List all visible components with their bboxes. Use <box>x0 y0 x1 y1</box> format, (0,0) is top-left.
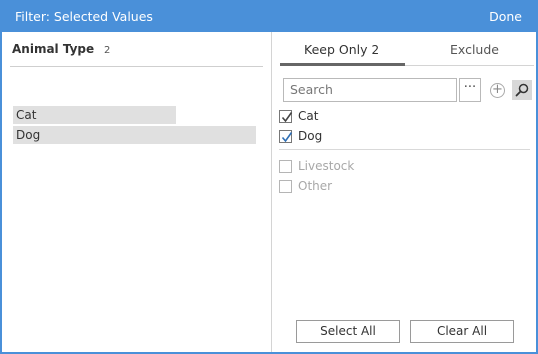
more-options-button[interactable]: ··· <box>459 78 481 102</box>
checkbox-unchecked[interactable] <box>279 159 292 173</box>
check-icon <box>281 131 293 142</box>
value-row-livestock[interactable]: Livestock <box>279 158 354 174</box>
field-header: Animal Type 2 <box>12 42 110 56</box>
field-name: Animal Type <box>12 42 95 56</box>
ellipsis-icon: ··· <box>463 80 477 95</box>
search-input[interactable]: Search <box>283 78 457 102</box>
checkbox-checked[interactable] <box>279 109 293 123</box>
dialog-title: Filter: Selected Values <box>15 9 153 24</box>
tab-keep-only-count: 2 <box>371 43 380 57</box>
clear-all-button[interactable]: Clear All <box>410 320 514 343</box>
search-button[interactable] <box>512 80 532 100</box>
filter-dialog: Filter: Selected Values Done Animal Type… <box>0 0 538 354</box>
value-label: Cat <box>298 109 319 123</box>
value-label: Livestock <box>298 159 355 173</box>
title-bar: Filter: Selected Values Done <box>2 2 536 32</box>
selected-value-item[interactable]: Dog <box>13 126 256 144</box>
value-row-cat[interactable]: Cat <box>279 108 318 124</box>
value-row-dog[interactable]: Dog <box>279 128 322 144</box>
done-button[interactable]: Done <box>489 9 522 24</box>
field-count: 2 <box>103 45 111 56</box>
list-separator <box>279 149 530 150</box>
selected-values-list: Cat Dog <box>13 106 257 146</box>
magnifier-icon <box>515 83 529 97</box>
plus-circle-icon: + <box>492 82 503 97</box>
select-all-button[interactable]: Select All <box>296 320 400 343</box>
add-value-button[interactable]: + <box>490 83 505 98</box>
tab-rule <box>405 65 534 66</box>
value-label: Other <box>298 179 333 193</box>
value-row-other[interactable]: Other <box>279 178 332 194</box>
selected-value-item[interactable]: Cat <box>13 106 176 124</box>
divider <box>10 66 263 67</box>
value-picker-pane: Keep Only 2 Exclude Search ··· + Cat Dog… <box>272 32 536 352</box>
selected-values-pane: Animal Type 2 Cat Dog <box>2 32 270 352</box>
tab-exclude[interactable]: Exclude <box>450 42 499 57</box>
checkbox-checked[interactable] <box>279 129 293 143</box>
check-icon <box>281 111 293 122</box>
tab-keep-only-label: Keep Only <box>304 42 368 57</box>
active-tab-indicator <box>280 63 405 66</box>
value-label: Dog <box>298 129 323 143</box>
checkbox-unchecked[interactable] <box>279 179 292 193</box>
tab-keep-only[interactable]: Keep Only 2 <box>304 42 379 57</box>
